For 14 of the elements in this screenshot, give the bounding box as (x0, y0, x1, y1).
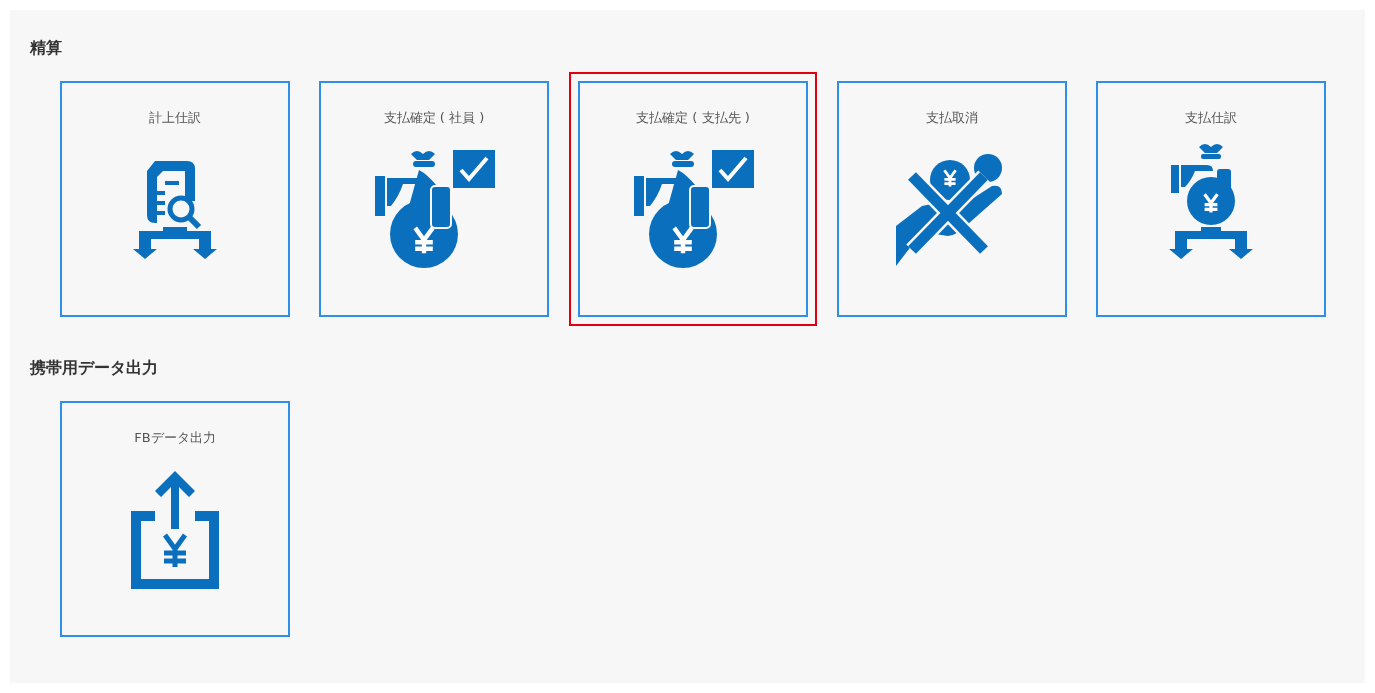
tile-label: FBデータ出力 (134, 429, 216, 447)
tile-label: 支払取消 (926, 109, 978, 127)
menu-tile[interactable]: 支払確定 ( 社員 ) (319, 81, 549, 317)
menu-tile[interactable]: 計上仕訳 (60, 81, 290, 317)
tile-label: 支払確定 ( 支払先 ) (636, 109, 750, 127)
section-title: 精算 (30, 38, 63, 58)
menu-tile[interactable]: FBデータ出力 (60, 401, 290, 637)
tile-label: 計上仕訳 (149, 109, 201, 127)
tile-label: 支払確定 ( 社員 ) (383, 109, 485, 127)
menu-tile[interactable]: 支払仕訳 (1096, 81, 1326, 317)
section-title: 携帯用データ出力 (30, 358, 159, 378)
menu-tile[interactable]: 支払取消 (837, 81, 1067, 317)
menu-tile[interactable]: 支払確定 ( 支払先 ) (578, 81, 808, 317)
tile-label: 支払仕訳 (1185, 109, 1237, 127)
